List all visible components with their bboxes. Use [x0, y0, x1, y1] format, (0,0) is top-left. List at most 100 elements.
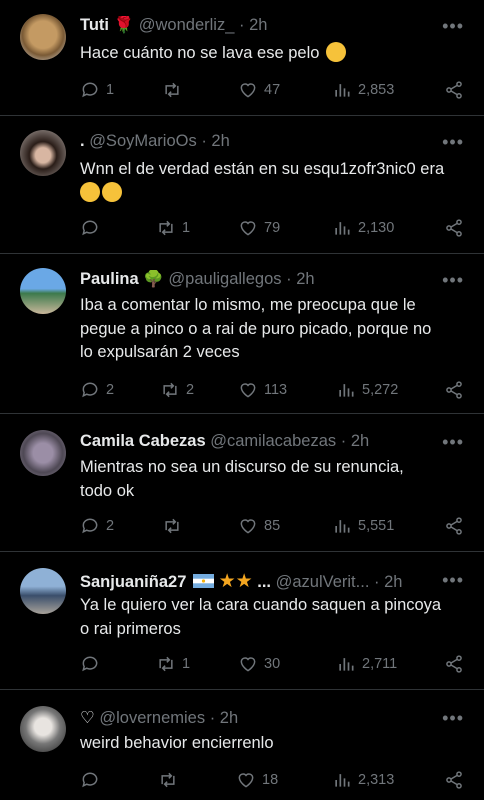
like-count: 18	[262, 772, 279, 788]
share-icon[interactable]	[444, 218, 464, 238]
retweet-icon	[163, 382, 177, 398]
name-ellipsis: ...	[257, 573, 272, 591]
more-options-icon[interactable]: •••	[442, 570, 464, 591]
tweet-text-line: todo ok	[80, 481, 135, 500]
like-button[interactable]: 18	[236, 768, 278, 792]
reply-button[interactable]	[80, 216, 106, 240]
share-icon[interactable]	[444, 80, 464, 100]
like-count: 79	[264, 220, 281, 236]
author-name[interactable]: .	[80, 132, 85, 150]
separator-dot: ·	[201, 132, 207, 150]
retweet-count: 1	[182, 656, 191, 672]
more-options-icon[interactable]: •••	[442, 132, 464, 153]
more-options-icon[interactable]: •••	[442, 16, 464, 37]
share-icon[interactable]	[444, 654, 464, 674]
tweet-text: Hace cuánto no se lava ese pelo	[80, 44, 320, 62]
share-icon[interactable]	[444, 380, 464, 400]
view-count: 2,711	[362, 656, 398, 672]
tweet-text-line: pegue a pinco o a rai de puro picado, po…	[80, 319, 432, 338]
like-button[interactable]: 113	[238, 378, 287, 402]
like-button[interactable]: 30	[238, 652, 280, 676]
separator-dot: ·	[238, 16, 245, 34]
reply-button[interactable]	[80, 652, 106, 676]
avatar[interactable]	[20, 568, 66, 614]
tweet-time[interactable]: 2h	[220, 709, 238, 727]
author-handle[interactable]: @SoyMarioOs	[89, 132, 197, 150]
like-count: 85	[264, 518, 281, 534]
tweet-6[interactable]: ♡ @lovernemies · 2h ••• weird behavior e…	[0, 690, 484, 800]
author-handle[interactable]: @camilacabezas	[210, 432, 336, 450]
star-icon: ★	[235, 571, 253, 592]
heart-icon	[240, 221, 256, 236]
more-options-icon[interactable]: •••	[442, 432, 464, 453]
like-button[interactable]: 47	[238, 78, 280, 102]
separator-dot: ·	[209, 709, 216, 727]
views-icon	[335, 520, 350, 533]
retweet-button[interactable]: 2	[160, 378, 194, 402]
tweet-time[interactable]: 2h	[296, 270, 314, 288]
tweet-4[interactable]: Camila Cabezas @camilacabezas · 2h ••• M…	[0, 414, 484, 552]
tweet-5[interactable]: Sanjuaniña27 ★★ ... @azulVerit... · 2h •…	[0, 552, 484, 690]
author-handle[interactable]: @wonderliz_	[139, 16, 235, 34]
like-button[interactable]: 79	[238, 216, 280, 240]
retweet-button[interactable]	[162, 514, 188, 538]
tweet-text-line: lo expulsarán 2 veces	[80, 343, 240, 361]
avatar[interactable]	[20, 268, 66, 314]
more-options-icon[interactable]: •••	[442, 270, 464, 291]
tweet-text-line: o rai primeros	[80, 619, 181, 638]
like-count: 113	[264, 382, 288, 398]
reply-icon	[82, 382, 98, 398]
retweet-button[interactable]: 1	[156, 216, 190, 240]
crying-face-emoji-icon	[102, 181, 122, 202]
avatar[interactable]	[20, 14, 66, 60]
retweet-button[interactable]: 1	[156, 652, 190, 676]
author-name[interactable]: Sanjuaniña27	[80, 573, 186, 591]
tweet-2[interactable]: . @SoyMarioOs · 2h ••• Wnn el de verdad …	[0, 116, 484, 254]
author-name[interactable]: Camila Cabezas	[80, 432, 206, 450]
more-options-icon[interactable]: •••	[442, 708, 464, 729]
separator-dot: ·	[286, 270, 292, 288]
avatar[interactable]	[20, 430, 66, 476]
tweet-time[interactable]: 2h	[249, 16, 267, 34]
heart-icon	[240, 383, 256, 398]
tweet-time[interactable]: 2h	[211, 132, 229, 150]
views-button[interactable]: 2,313	[332, 768, 394, 792]
avatar[interactable]	[20, 130, 66, 176]
tweet-3[interactable]: Paulina 🌳 @pauligallegos · 2h ••• Iba a …	[0, 254, 484, 414]
views-icon	[335, 84, 350, 97]
reply-button[interactable]	[80, 768, 106, 792]
views-button[interactable]: 2,853	[332, 78, 394, 102]
tweet-1[interactable]: Tuti 🌹 @wonderliz_ · 2h ••• Hace cuánto …	[0, 0, 484, 116]
like-button[interactable]: 85	[238, 514, 280, 538]
views-icon	[335, 222, 350, 235]
retweet-button[interactable]	[158, 768, 184, 792]
reply-button[interactable]: 1	[80, 78, 114, 102]
reply-button[interactable]: 2	[80, 514, 114, 538]
avatar[interactable]	[20, 706, 66, 752]
retweet-icon	[165, 82, 179, 98]
retweet-icon	[165, 518, 179, 534]
retweet-button[interactable]	[162, 78, 188, 102]
share-icon[interactable]	[444, 516, 464, 536]
crying-face-emoji-icon	[80, 181, 100, 202]
author-name[interactable]: Tuti	[80, 16, 109, 34]
author-handle[interactable]: @azulVerit...	[276, 573, 370, 591]
views-button[interactable]: 2,711	[336, 652, 397, 676]
author-name[interactable]: Paulina	[80, 270, 139, 288]
share-icon[interactable]	[444, 770, 464, 790]
tweet-time[interactable]: 2h	[384, 573, 402, 591]
author-handle[interactable]: @lovernemies	[99, 709, 205, 727]
views-button[interactable]: 5,551	[332, 514, 394, 538]
tweet-text: Mientras no sea un discurso de su renunc…	[80, 456, 468, 503]
author-handle[interactable]: @pauligallegos	[168, 270, 281, 288]
reply-button[interactable]: 2	[80, 378, 114, 402]
view-count: 5,272	[362, 382, 399, 398]
reply-icon	[82, 82, 98, 98]
separator-dot: ·	[340, 432, 347, 450]
reply-count: 2	[106, 382, 115, 398]
views-button[interactable]: 5,272	[336, 378, 398, 402]
views-icon	[339, 384, 354, 397]
like-count: 47	[264, 82, 281, 98]
views-button[interactable]: 2,130	[332, 216, 394, 240]
tweet-time[interactable]: 2h	[351, 432, 369, 450]
